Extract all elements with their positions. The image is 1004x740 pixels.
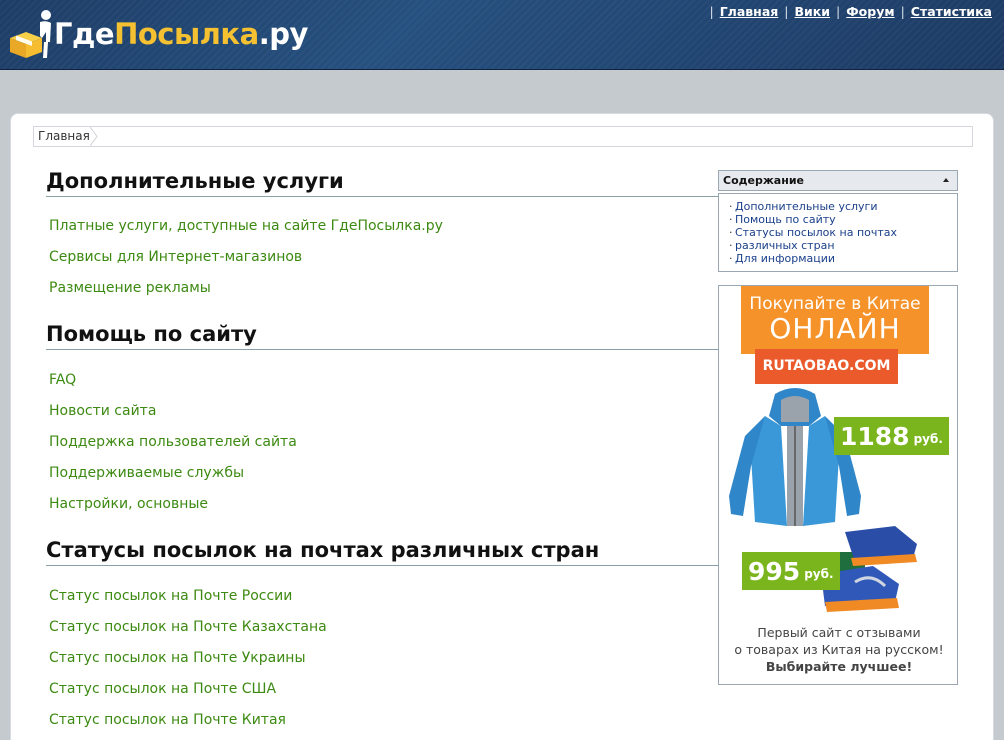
ad-text-line2: о товарах из Китая на русском! bbox=[734, 642, 944, 657]
ad-site-name: RUTAOBAO.COM bbox=[755, 349, 898, 384]
ad-banner[interactable]: Покупайте в Китае ОНЛАЙН RUTAOBAO.COM 11… bbox=[718, 285, 958, 685]
link-faq[interactable]: FAQ bbox=[49, 372, 76, 388]
collapse-arrow-icon[interactable] bbox=[943, 178, 949, 182]
breadcrumb-home[interactable]: Главная bbox=[34, 127, 98, 146]
nav-link-home[interactable]: Главная bbox=[720, 4, 779, 19]
price-tag-sneakers: 995 руб. bbox=[742, 552, 840, 590]
jacket-image bbox=[729, 388, 861, 526]
link-status-china[interactable]: Статус посылок на Почте Китая bbox=[49, 712, 286, 728]
nav-link-statistics[interactable]: Статистика bbox=[911, 4, 992, 19]
toc-list: Дополнительные услуги Помощь по сайту Ст… bbox=[718, 193, 958, 272]
nav-separator: | bbox=[784, 4, 789, 19]
site-logo[interactable]: ГдеПосылка.ру bbox=[6, 6, 308, 62]
nav-separator: | bbox=[836, 4, 841, 19]
ad-line1: Покупайте в Китае bbox=[749, 294, 921, 314]
link-status-russia[interactable]: Статус посылок на Почте России bbox=[49, 588, 292, 604]
link-user-support[interactable]: Поддержка пользователей сайта bbox=[49, 434, 297, 450]
link-site-news[interactable]: Новости сайта bbox=[49, 403, 156, 419]
toc-item-parcel-statuses[interactable]: Статусы посылок на почтах bbox=[729, 226, 957, 239]
nav-separator: | bbox=[709, 4, 714, 19]
ad-headline: Покупайте в Китае ОНЛАЙН bbox=[741, 286, 929, 354]
price-sneakers-value: 995 bbox=[748, 556, 801, 586]
ad-text-line3: Выбирайте лучшее! bbox=[765, 659, 913, 674]
link-status-ukraine[interactable]: Статус посылок на Почте Украины bbox=[49, 650, 306, 666]
toc-title: Содержание bbox=[723, 174, 804, 187]
link-supported-services[interactable]: Поддерживаемые службы bbox=[49, 465, 244, 481]
nav-link-wiki[interactable]: Вики bbox=[795, 4, 831, 19]
price-sneakers-currency: руб. bbox=[804, 567, 834, 581]
ad-text-line1: Первый сайт с отзывами bbox=[757, 625, 921, 640]
link-settings[interactable]: Настройки, основные bbox=[49, 496, 208, 512]
link-shop-services[interactable]: Сервисы для Интернет-магазинов bbox=[49, 249, 302, 265]
site-header: ГдеПосылка.ру | Главная | Вики | Форум |… bbox=[0, 0, 1004, 70]
link-advertising[interactable]: Размещение рекламы bbox=[49, 280, 211, 296]
breadcrumb: Главная bbox=[33, 126, 973, 147]
toc-item-parcel-statuses-cont[interactable]: различных стран bbox=[729, 239, 957, 252]
logo-text-part1: Где bbox=[54, 17, 115, 51]
link-status-kazakhstan[interactable]: Статус посылок на Почте Казахстана bbox=[49, 619, 327, 635]
toc-item-for-info[interactable]: Для информации bbox=[729, 252, 957, 265]
toc-item-site-help[interactable]: Помощь по сайту bbox=[729, 213, 957, 226]
toc-item-additional-services[interactable]: Дополнительные услуги bbox=[729, 200, 957, 213]
link-paid-services[interactable]: Платные услуги, доступные на сайте ГдеПо… bbox=[49, 218, 443, 234]
ad-line2: ОНЛАЙН bbox=[769, 312, 901, 345]
parcel-person-icon bbox=[10, 10, 51, 58]
section-title-parcel-statuses: Статусы посылок на почтах различных стра… bbox=[46, 538, 718, 566]
top-navigation: | Главная | Вики | Форум | Статистика bbox=[704, 4, 993, 19]
logo-text-part2: Посылка bbox=[114, 17, 259, 51]
price-tag-jacket: 1188 руб. bbox=[834, 417, 949, 455]
price-jacket-value: 1188 bbox=[840, 421, 910, 451]
section-title-site-help: Помощь по сайту bbox=[46, 322, 718, 350]
nav-separator: | bbox=[900, 4, 905, 19]
price-jacket-currency: руб. bbox=[913, 432, 943, 446]
breadcrumb-arrow-icon bbox=[90, 127, 98, 146]
nav-link-forum[interactable]: Форум bbox=[846, 4, 894, 19]
toc-header: Содержание bbox=[718, 170, 958, 191]
logo-text: ГдеПосылка.ру bbox=[54, 17, 308, 51]
logo-text-part3: .ру bbox=[258, 17, 309, 51]
link-status-usa[interactable]: Статус посылок на Почте США bbox=[49, 681, 276, 697]
section-title-additional-services: Дополнительные услуги bbox=[46, 169, 718, 197]
ad-description: Первый сайт с отзывами о товарах из Кита… bbox=[719, 624, 957, 675]
